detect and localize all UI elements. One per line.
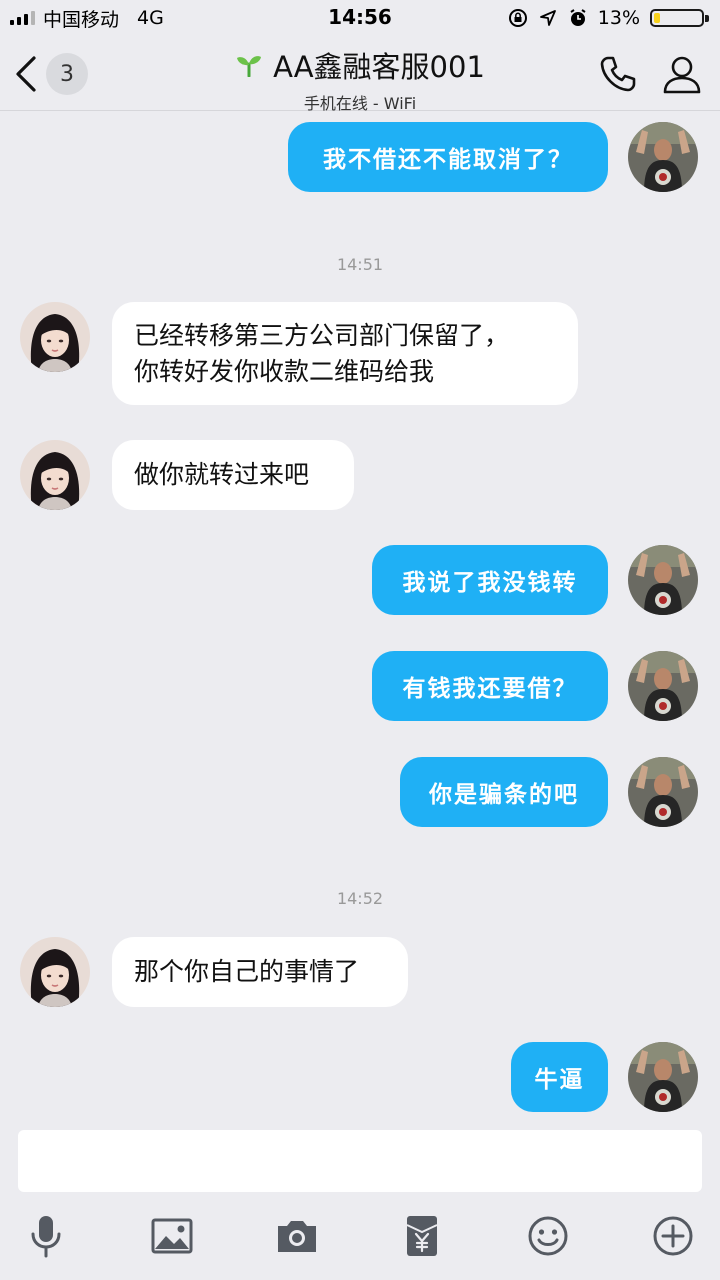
- camera-icon: [278, 1221, 316, 1252]
- outgoing-message-bubble[interactable]: 你是骗条的吧: [400, 757, 608, 827]
- battery-icon: [650, 8, 710, 28]
- outgoing-message-bubble[interactable]: 有钱我还要借？: [372, 651, 608, 721]
- microphone-icon: [31, 1216, 61, 1258]
- contact-avatar[interactable]: [20, 440, 90, 510]
- red-packet-button[interactable]: [398, 1212, 446, 1260]
- message-text: 牛逼: [534, 1066, 585, 1093]
- message-input[interactable]: [18, 1130, 702, 1192]
- message-text: 我不借还不能取消了？: [323, 146, 573, 173]
- message-text: 我说了我没钱转: [402, 569, 578, 596]
- incoming-message-bubble[interactable]: 那个你自己的事情了: [112, 937, 408, 1007]
- profile-icon[interactable]: [660, 52, 704, 96]
- message-text-line-1: 已经转移第三方公司部门保留了，: [134, 320, 510, 350]
- rotation-lock-icon: [508, 9, 527, 27]
- plus-icon: [653, 1216, 693, 1256]
- message-text: 有钱我还要借？: [402, 675, 578, 702]
- alarm-icon: [570, 9, 586, 26]
- emoji-icon: [528, 1216, 568, 1256]
- chat-title: AA鑫融客服001: [273, 50, 485, 84]
- red-packet-icon: [406, 1216, 438, 1256]
- incoming-message-bubble[interactable]: 做你就转过来吧: [112, 440, 354, 510]
- message-timestamp: 14:51: [336, 255, 384, 274]
- outgoing-message-bubble[interactable]: 牛逼: [511, 1042, 608, 1112]
- message-text: 做你就转过来吧: [134, 460, 310, 489]
- online-status: 手机在线 - WiFi: [303, 94, 417, 113]
- outgoing-message-bubble[interactable]: 我不借还不能取消了？: [288, 122, 608, 192]
- self-avatar[interactable]: [628, 545, 698, 615]
- image-icon: [151, 1218, 193, 1254]
- sprout-icon: [237, 56, 262, 77]
- message-text: 你是骗条的吧: [429, 781, 579, 808]
- message-text-line-2: 你转好发你收款二维码给我: [134, 356, 435, 386]
- contact-avatar[interactable]: [20, 937, 90, 1007]
- photo-button[interactable]: [148, 1212, 196, 1260]
- chat-header: 3 AA鑫融客服001 手机在线 - WiFi: [0, 36, 720, 114]
- phone-icon[interactable]: [596, 52, 640, 96]
- voice-button[interactable]: [22, 1212, 70, 1260]
- chat-title-area[interactable]: AA鑫融客服001 手机在线 - WiFi: [150, 44, 570, 114]
- back-button[interactable]: 3: [12, 52, 88, 96]
- outgoing-message-bubble[interactable]: 我说了我没钱转: [372, 545, 608, 615]
- contact-avatar[interactable]: [20, 302, 90, 372]
- self-avatar[interactable]: [628, 122, 698, 192]
- camera-button[interactable]: [273, 1212, 321, 1260]
- message-timestamp: 14:52: [336, 889, 384, 908]
- self-avatar[interactable]: [628, 651, 698, 721]
- self-avatar[interactable]: [628, 1042, 698, 1112]
- battery-percent: 13%: [597, 7, 640, 29]
- self-avatar[interactable]: [628, 757, 698, 827]
- status-right: 13%: [508, 6, 710, 30]
- input-toolbar: [0, 1212, 720, 1262]
- more-button[interactable]: [649, 1212, 697, 1260]
- unread-count-badge: 3: [46, 53, 88, 95]
- status-bar: 中国移动 4G 14:56 13%: [0, 0, 720, 36]
- location-arrow-icon: [539, 10, 556, 26]
- incoming-message-bubble[interactable]: 已经转移第三方公司部门保留了， 你转好发你收款二维码给我: [112, 302, 578, 405]
- chat-screen: 中国移动 4G 14:56 13% 3 AA鑫融客服001 手机在线 - WiF…: [0, 0, 720, 1280]
- message-text: 那个你自己的事情了: [134, 957, 360, 986]
- back-chevron-icon: [16, 56, 36, 92]
- emoji-button[interactable]: [524, 1212, 572, 1260]
